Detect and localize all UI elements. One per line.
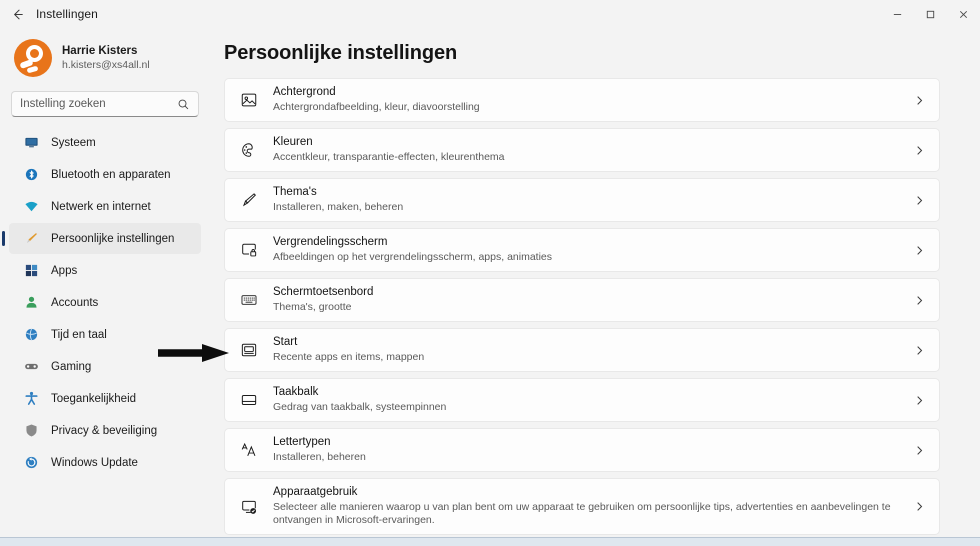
sidebar-item-label: Privacy & beveiliging xyxy=(51,424,158,437)
sidebar-item-label: Netwerk en internet xyxy=(51,200,151,213)
sidebar-item-label: Gaming xyxy=(51,360,92,373)
card-description: Gedrag van taakbalk, systeempinnen xyxy=(273,401,447,413)
person-icon xyxy=(23,295,39,311)
search-input[interactable] xyxy=(20,98,177,110)
sidebar-item-accounts[interactable]: Accounts xyxy=(9,287,201,318)
chevron-right-icon[interactable] xyxy=(911,145,927,156)
card-title: Taakbalk xyxy=(273,386,319,398)
chevron-right-icon[interactable] xyxy=(911,445,927,456)
paintbrush-icon xyxy=(23,231,39,247)
lock-screen-icon xyxy=(239,240,259,260)
wifi-icon xyxy=(23,199,39,215)
settings-card-start[interactable]: Start Recente apps en items, mappen xyxy=(224,328,940,372)
settings-card-achtergrond[interactable]: Achtergrond Achtergrondafbeelding, kleur… xyxy=(224,78,940,122)
accessibility-icon xyxy=(23,391,39,407)
card-description: Thema's, grootte xyxy=(273,301,352,313)
sidebar-nav: Systeem Bluetooth en apparaten Netwerk e… xyxy=(2,127,201,478)
picture-icon xyxy=(239,90,259,110)
sidebar-item-label: Windows Update xyxy=(51,456,138,469)
clock-globe-icon xyxy=(23,327,39,343)
sidebar-item-label: Accounts xyxy=(51,296,99,309)
page-title: Persoonlijke instellingen xyxy=(224,42,458,64)
card-title: Start xyxy=(273,336,298,348)
palette-icon xyxy=(239,140,259,160)
sidebar-item-netwerk-en-internet[interactable]: Netwerk en internet xyxy=(9,191,201,222)
title-bar: Instellingen xyxy=(0,0,980,28)
settings-window: Instellingen Harrie Kisters h.kisters@xs… xyxy=(0,0,980,546)
sidebar-item-label: Apps xyxy=(51,264,78,277)
sidebar-item-label: Bluetooth en apparaten xyxy=(51,168,171,181)
settings-card-vergrendelingsscherm[interactable]: Vergrendelingsscherm Afbeeldingen op het… xyxy=(224,228,940,272)
card-description: Afbeeldingen op het vergrendelingsscherm… xyxy=(273,251,553,263)
settings-card-list: Achtergrond Achtergrondafbeelding, kleur… xyxy=(224,78,940,535)
sidebar-item-tijd-en-taal[interactable]: Tijd en taal xyxy=(9,319,201,350)
taskbar-icon xyxy=(239,390,259,410)
start-menu-icon xyxy=(239,340,259,360)
chevron-right-icon[interactable] xyxy=(911,395,927,406)
fonts-aa-icon xyxy=(239,440,259,460)
bottom-strip xyxy=(0,537,980,546)
sidebar-item-privacy-beveiliging[interactable]: Privacy & beveiliging xyxy=(9,415,201,446)
account-header[interactable]: Harrie Kisters h.kisters@xs4all.nl xyxy=(9,28,201,82)
chevron-right-icon[interactable] xyxy=(911,345,927,356)
sidebar-item-label: Tijd en taal xyxy=(51,328,107,341)
main-content: Persoonlijke instellingen Achtergrond Ac… xyxy=(210,28,980,546)
card-description: Installeren, beheren xyxy=(273,451,366,463)
paintbrush-icon xyxy=(239,190,259,210)
sidebar-item-label: Systeem xyxy=(51,136,96,149)
settings-card-taakbalk[interactable]: Taakbalk Gedrag van taakbalk, systeempin… xyxy=(224,378,940,422)
sidebar-item-systeem[interactable]: Systeem xyxy=(9,127,201,158)
card-title: Kleuren xyxy=(273,136,313,148)
sidebar-item-apps[interactable]: Apps xyxy=(9,255,201,286)
keyboard-icon xyxy=(239,290,259,310)
card-title: Achtergrond xyxy=(273,86,336,98)
card-description: Accentkleur, transparantie-effecten, kle… xyxy=(273,151,505,163)
device-usage-icon xyxy=(239,497,259,517)
card-title: Vergrendelingsscherm xyxy=(273,236,388,248)
settings-card-schermtoetsenbord[interactable]: Schermtoetsenbord Thema's, grootte xyxy=(224,278,940,322)
chevron-right-icon[interactable] xyxy=(911,195,927,206)
card-title: Thema's xyxy=(273,186,317,198)
chevron-right-icon[interactable] xyxy=(911,501,927,512)
shield-icon xyxy=(23,423,39,439)
search-box[interactable] xyxy=(11,91,199,117)
app-title: Instellingen xyxy=(36,7,98,21)
gamepad-icon xyxy=(23,359,39,375)
apps-grid-icon xyxy=(23,263,39,279)
sidebar-item-windows-update[interactable]: Windows Update xyxy=(9,447,201,478)
settings-card-apparaatgebruik[interactable]: Apparaatgebruik Selecteer alle manieren … xyxy=(224,478,940,535)
avatar xyxy=(14,39,52,77)
maximize-button[interactable] xyxy=(914,0,947,28)
sidebar-item-toegankelijkheid[interactable]: Toegankelijkheid xyxy=(9,383,201,414)
card-title: Lettertypen xyxy=(273,436,331,448)
search-icon xyxy=(177,98,190,111)
sidebar: Harrie Kisters h.kisters@xs4all.nl Inste… xyxy=(0,28,210,546)
chevron-right-icon[interactable] xyxy=(911,95,927,106)
chevron-right-icon[interactable] xyxy=(911,245,927,256)
account-email: h.kisters@xs4all.nl xyxy=(62,58,150,71)
monitor-icon xyxy=(23,135,39,151)
update-icon xyxy=(23,455,39,471)
close-button[interactable] xyxy=(947,0,980,28)
card-title: Schermtoetsenbord xyxy=(273,286,374,298)
card-description: Recente apps en items, mappen xyxy=(273,351,425,363)
card-title: Apparaatgebruik xyxy=(273,486,358,498)
sidebar-item-persoonlijke-instellingen[interactable]: Persoonlijke instellingen xyxy=(2,223,201,254)
card-description: Selecteer alle manieren waarop u van pla… xyxy=(273,501,891,526)
settings-card-themas[interactable]: Thema's Installeren, maken, beheren xyxy=(224,178,940,222)
card-description: Installeren, maken, beheren xyxy=(273,201,404,213)
sidebar-item-gaming[interactable]: Gaming xyxy=(9,351,201,382)
back-button[interactable] xyxy=(0,0,34,28)
settings-card-kleuren[interactable]: Kleuren Accentkleur, transparantie-effec… xyxy=(224,128,940,172)
card-description: Achtergrondafbeelding, kleur, diavoorste… xyxy=(273,101,480,113)
bluetooth-icon xyxy=(23,167,39,183)
sidebar-item-bluetooth-en-apparaten[interactable]: Bluetooth en apparaten xyxy=(9,159,201,190)
chevron-right-icon[interactable] xyxy=(911,295,927,306)
sidebar-item-label: Toegankelijkheid xyxy=(51,392,137,405)
sidebar-item-label: Persoonlijke instellingen xyxy=(51,232,175,245)
account-name: Harrie Kisters xyxy=(62,44,138,57)
window-controls xyxy=(881,0,980,28)
minimize-button[interactable] xyxy=(881,0,914,28)
settings-card-lettertypen[interactable]: Lettertypen Installeren, beheren xyxy=(224,428,940,472)
